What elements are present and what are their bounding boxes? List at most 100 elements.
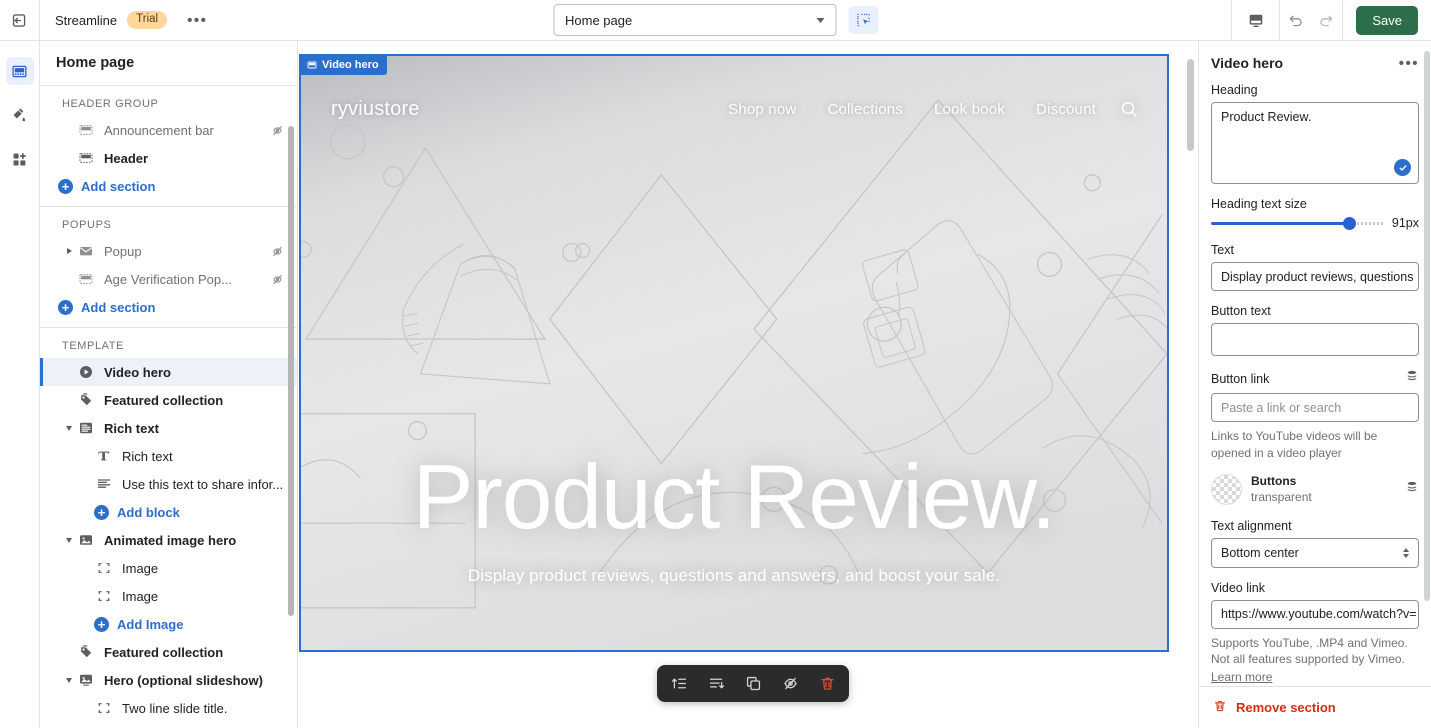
sidebar-item-rich-text[interactable]: Rich text (40, 442, 297, 470)
sidebar-item-featured-collection[interactable]: Featured collection (40, 386, 297, 414)
video-hero-section-preview[interactable]: Video hero (299, 54, 1169, 652)
divider (1342, 0, 1343, 41)
text-alignment-field: Text alignment Bottom center (1211, 519, 1419, 568)
sidebar-add-slide-button[interactable]: +Add Slide (40, 722, 297, 728)
image-slides-icon (76, 672, 96, 688)
remove-section-button[interactable]: Remove section (1213, 699, 1417, 716)
redo-icon[interactable] (1311, 0, 1342, 41)
desktop-icon[interactable] (1232, 0, 1279, 41)
page-selector-value: Home page (565, 13, 632, 28)
sidebar-add-image-button[interactable]: + Add Image (40, 610, 297, 638)
sidebar-item-hero-optional-slideshow[interactable]: Hero (optional slideshow) (40, 666, 297, 694)
hide-eye-icon[interactable] (778, 672, 802, 696)
video-link-help-line1: Supports YouTube, .MP4 and Vimeo. (1211, 635, 1419, 652)
text-alignment-label: Text alignment (1211, 519, 1419, 533)
sidebar-add-block-button[interactable]: +Add block (40, 498, 297, 526)
stepper-arrows-icon (1403, 548, 1409, 558)
tag-icon (76, 392, 96, 408)
canvas-scrollbar[interactable] (1187, 59, 1194, 151)
theme-settings-icon[interactable] (6, 101, 34, 129)
storefront-nav-link[interactable]: Shop now (728, 101, 796, 118)
delete-trash-icon[interactable] (815, 672, 839, 696)
swatch-texts: Buttons transparent (1251, 474, 1396, 506)
sidebar-item-two-line-slide-title[interactable]: Two line slide title. (40, 694, 297, 722)
sections-icon[interactable] (6, 57, 34, 85)
apps-icon[interactable] (6, 145, 34, 173)
storefront-nav-link[interactable]: Discount (1036, 101, 1096, 118)
sidebar-item-label: Announcement bar (104, 123, 270, 138)
remove-section-label: Remove section (1236, 700, 1336, 715)
envelope-icon (76, 243, 96, 259)
play-circle-icon (76, 364, 96, 380)
sidebar-add-section-button[interactable]: +Add section (40, 293, 297, 321)
heading-size-slider[interactable] (1211, 216, 1384, 230)
video-link-value: https://www.youtube.com/watch?v= (1221, 607, 1417, 621)
sidebar-scrollbar[interactable] (288, 126, 294, 616)
page-selector[interactable]: Home page (553, 4, 836, 36)
sections-sidebar: Home page HEADER GROUPAnnouncement barHe… (40, 41, 298, 728)
sidebar-add-label: Add section (81, 300, 285, 315)
move-down-icon[interactable] (704, 672, 728, 696)
sidebar-add-section-button[interactable]: +Add section (40, 172, 297, 200)
sidebar-item-label: Featured collection (104, 645, 285, 660)
sidebar-item-age-verification-pop[interactable]: Age Verification Pop... (40, 265, 297, 293)
store-logo[interactable]: ryviustore (331, 98, 420, 121)
chevron-right-icon[interactable] (62, 248, 76, 254)
sidebar-item-rich-text[interactable]: Rich text (40, 414, 297, 442)
sidebar-group: POPUPSPopupAge Verification Pop...+Add s… (40, 207, 297, 328)
undo-icon[interactable] (1280, 0, 1311, 41)
chevron-down-icon[interactable] (62, 678, 76, 683)
video-link-input[interactable]: https://www.youtube.com/watch?v= (1211, 600, 1419, 629)
section-tag: Video hero (301, 56, 387, 75)
button-link-input[interactable]: Paste a link or search (1211, 393, 1419, 422)
chevron-down-icon (816, 18, 824, 23)
sidebar-header: Home page (40, 41, 297, 86)
sidebar-item-announcement-bar[interactable]: Announcement bar (40, 116, 297, 144)
storefront-nav-link[interactable]: Collections (827, 101, 903, 118)
heading-input[interactable]: Product Review. (1211, 102, 1419, 184)
sidebar-item-featured-collection[interactable]: Featured collection (40, 638, 297, 666)
theme-editor-app: Streamline Trial ••• Home page (0, 0, 1431, 728)
page-selector-group: Home page (553, 4, 878, 36)
buttons-color-scheme-row[interactable]: Buttons transparent (1211, 474, 1419, 506)
sidebar-item-label: Header (104, 151, 285, 166)
sidebar-item-animated-image-hero[interactable]: Animated image hero (40, 526, 297, 554)
text-label: Text (1211, 243, 1419, 257)
sidebar-item-video-hero[interactable]: Video hero (40, 358, 297, 386)
sidebar-item-image[interactable]: Image (40, 554, 297, 582)
exit-icon[interactable] (0, 0, 40, 41)
sidebar-item-popup[interactable]: Popup (40, 237, 297, 265)
save-button[interactable]: Save (1356, 6, 1418, 35)
chevron-down-icon[interactable] (62, 538, 76, 543)
sidebar-item-header[interactable]: Header (40, 144, 297, 172)
text-value: Display product reviews, questions (1221, 270, 1413, 284)
slider-thumb[interactable] (1343, 217, 1356, 230)
duplicate-icon[interactable] (741, 672, 765, 696)
hero-content: Product Review. Display product reviews,… (301, 451, 1167, 586)
hidden-eye-icon[interactable] (270, 244, 285, 259)
plus-circle-icon: + (94, 617, 109, 632)
storefront-nav-link[interactable]: Look book (934, 101, 1005, 118)
shop-more-button[interactable]: ••• (181, 9, 213, 32)
stack-layers-icon[interactable] (1405, 480, 1419, 499)
chevron-down-icon[interactable] (62, 426, 76, 431)
settings-scrollbar[interactable] (1424, 51, 1430, 601)
search-icon[interactable] (1119, 99, 1139, 119)
settings-more-button[interactable]: ••• (1399, 56, 1419, 71)
heading-size-value: 91px (1392, 216, 1419, 230)
undo-redo-group (1280, 0, 1342, 41)
sidebar-item-use-this-text-to-share-infor[interactable]: Use this text to share infor... (40, 470, 297, 498)
hidden-eye-icon[interactable] (270, 272, 285, 287)
stack-layers-icon[interactable] (1405, 369, 1419, 388)
move-up-icon[interactable] (667, 672, 691, 696)
sidebar-item-image[interactable]: Image (40, 582, 297, 610)
check-icon[interactable] (1394, 159, 1411, 176)
hidden-eye-icon[interactable] (270, 123, 285, 138)
select-region-icon[interactable] (848, 6, 878, 34)
learn-more-link[interactable]: Learn more (1211, 670, 1272, 684)
button-link-placeholder: Paste a link or search (1221, 401, 1341, 415)
sidebar-add-label: Add Image (117, 617, 285, 632)
button-text-input[interactable] (1211, 323, 1419, 356)
text-input[interactable]: Display product reviews, questions (1211, 262, 1419, 291)
text-alignment-select[interactable]: Bottom center (1211, 538, 1419, 568)
